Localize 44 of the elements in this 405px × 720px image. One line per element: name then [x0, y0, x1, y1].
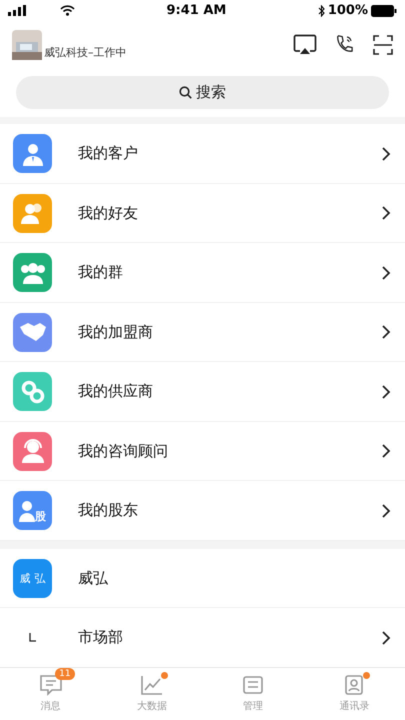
search-field[interactable]: 搜索 — [16, 76, 389, 109]
chevron-icon — [381, 630, 391, 645]
menu-item[interactable]: 股 我的股东 — [0, 481, 405, 541]
company-avatar[interactable] — [12, 30, 42, 60]
chevron-icon — [381, 504, 391, 518]
scan-icon[interactable] — [373, 35, 393, 56]
chevron-icon — [381, 325, 391, 340]
chevron-icon — [381, 206, 391, 220]
chevron-icon — [381, 146, 391, 161]
company-logo: 威 弘 — [13, 558, 52, 598]
manage-icon — [241, 674, 266, 696]
company-status: 威弘科技–工作中 — [44, 45, 126, 60]
company-name: 威弘 — [78, 568, 109, 588]
menu-label: 我的群 — [78, 263, 124, 282]
search-icon — [179, 86, 192, 99]
menu-label: 我的咨询顾问 — [78, 442, 169, 461]
menu-label: 我的客户 — [78, 144, 139, 164]
tree-branch-icon — [29, 633, 36, 642]
unread-badge: 11 — [55, 668, 75, 680]
wifi-icon — [60, 5, 75, 16]
menu-label: 我的供应商 — [78, 382, 154, 402]
signal-icon — [8, 5, 26, 16]
chart-icon — [140, 674, 164, 696]
chevron-icon — [381, 444, 391, 458]
menu-label: 我的好友 — [78, 204, 139, 223]
chevron-icon — [381, 266, 391, 280]
menu-item[interactable]: 我的好友 — [0, 184, 405, 244]
message-icon — [38, 674, 63, 696]
menu-item[interactable]: 我的咨询顾问 — [0, 422, 405, 482]
department-name: 市场部 — [78, 628, 124, 648]
menu-item[interactable]: 我的供应商 — [0, 362, 405, 422]
menu-label: 我的股东 — [78, 501, 139, 520]
screen-cast-icon[interactable] — [293, 34, 317, 56]
bluetooth-icon — [318, 4, 325, 17]
department-item[interactable]: 市场部 — [0, 607, 405, 667]
battery-icon — [371, 4, 397, 17]
menu-item[interactable]: 我的加盟商 — [0, 302, 405, 362]
menu-item[interactable]: 我的群 — [0, 243, 405, 303]
chevron-icon — [381, 384, 391, 399]
menu-item[interactable]: 我的客户 — [0, 124, 405, 184]
menu-label: 我的加盟商 — [78, 322, 154, 342]
shareholder-icon: 股 — [13, 491, 52, 530]
battery-percent: 100% — [328, 3, 368, 18]
status-time: 9:41 AM — [166, 3, 226, 18]
